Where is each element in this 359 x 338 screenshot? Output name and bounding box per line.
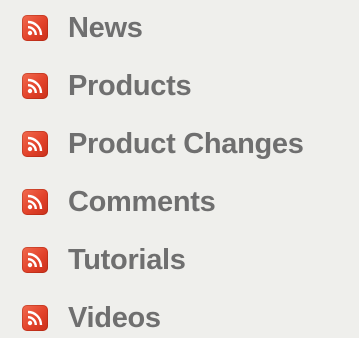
- feed-link-comments[interactable]: Comments: [22, 182, 216, 222]
- feed-label: Tutorials: [68, 244, 186, 276]
- feed-label: Videos: [68, 302, 161, 334]
- rss-feed-icon: [22, 247, 48, 273]
- rss-feed-icon: [22, 305, 48, 331]
- feed-link-news[interactable]: News: [22, 8, 143, 48]
- feed-link-products[interactable]: Products: [22, 66, 192, 106]
- rss-feed-icon: [22, 131, 48, 157]
- rss-feed-list: News Products Product Changes Comments T…: [0, 0, 359, 334]
- feed-label: News: [68, 12, 143, 44]
- feed-link-videos[interactable]: Videos: [22, 298, 161, 338]
- feed-label: Comments: [68, 186, 216, 218]
- feed-label: Product Changes: [68, 128, 304, 160]
- feed-link-tutorials[interactable]: Tutorials: [22, 240, 186, 280]
- rss-feed-icon: [22, 189, 48, 215]
- rss-feed-icon: [22, 73, 48, 99]
- rss-feed-icon: [22, 15, 48, 41]
- feed-label: Products: [68, 70, 192, 102]
- feed-link-product-changes[interactable]: Product Changes: [22, 124, 304, 164]
